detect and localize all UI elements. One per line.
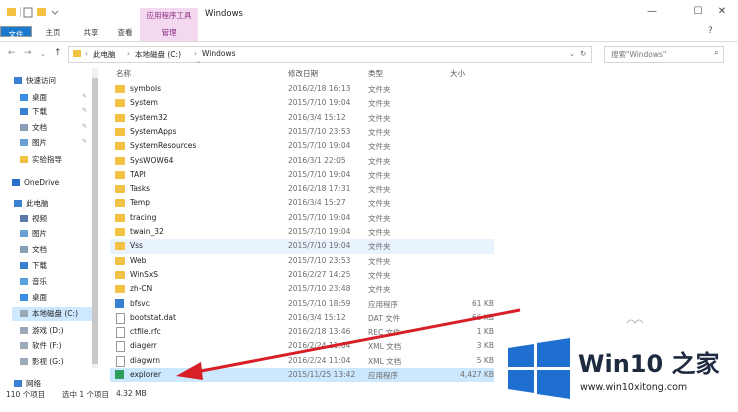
watermark-url: www.win10xitong.com bbox=[580, 382, 688, 393]
watermark-brand: Win10 之家 bbox=[578, 350, 720, 378]
watermark-logo: Win10 之家 www.win10xitong.com bbox=[506, 338, 730, 400]
windows-logo-icon bbox=[508, 338, 570, 399]
